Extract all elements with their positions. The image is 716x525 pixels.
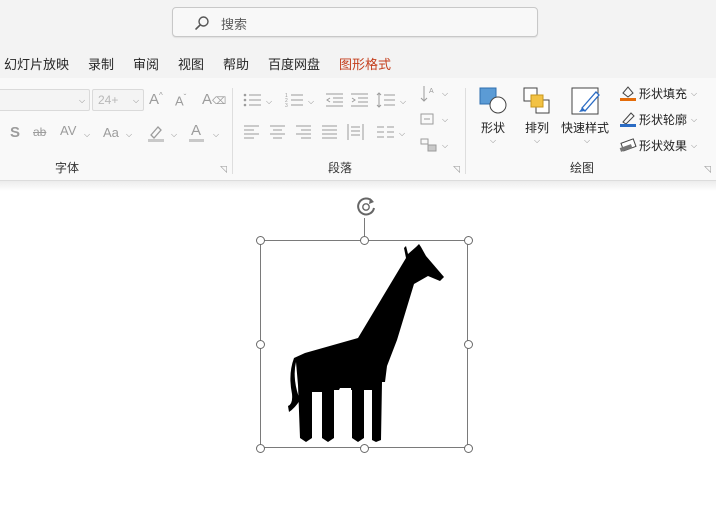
chevron-down-icon: ⌵ — [691, 115, 698, 124]
resize-handle-right[interactable] — [464, 340, 473, 349]
chevron-down-icon: ⌵ — [399, 129, 406, 138]
chevron-down-icon: ⌵ — [584, 136, 591, 145]
font-color-button[interactable]: A — [191, 122, 201, 139]
drawing-group-label: 绘图 — [570, 161, 595, 175]
columns-icon[interactable] — [377, 126, 395, 138]
highlight-icon[interactable] — [146, 123, 166, 143]
shadow-button[interactable]: S — [10, 124, 20, 141]
clear-formatting-icon[interactable]: A⌫ — [202, 91, 226, 108]
chevron-down-icon: ⌵ — [442, 115, 449, 124]
tab-help[interactable]: 帮助 — [223, 54, 249, 73]
tab-review[interactable]: 审阅 — [133, 54, 159, 73]
rotate-handle-icon[interactable] — [353, 195, 379, 219]
chevron-down-icon: ⌵ — [79, 96, 86, 105]
search-input[interactable]: 搜索 — [221, 14, 247, 33]
justify-icon[interactable] — [322, 125, 338, 139]
drawing-dialog-launcher-icon[interactable]: ◹ — [704, 164, 711, 175]
resize-handle-top-right[interactable] — [464, 236, 473, 245]
shape-outline-icon[interactable] — [619, 110, 637, 128]
font-group-label: 字体 — [55, 161, 80, 175]
chevron-down-icon: ⌵ — [442, 141, 449, 150]
resize-handle-top[interactable] — [360, 236, 369, 245]
shape-effects-icon[interactable] — [619, 136, 637, 154]
chevron-down-icon: ⌵ — [213, 130, 220, 139]
text-direction-icon[interactable]: A — [420, 84, 438, 104]
paragraph-group-label: 段落 — [328, 161, 353, 175]
chevron-down-icon: ⌵ — [490, 136, 497, 145]
chevron-down-icon: ⌵ — [400, 97, 407, 106]
giraffe-icon[interactable] — [260, 240, 468, 448]
chevron-down-icon: ⌵ — [691, 141, 698, 150]
arrange-button[interactable]: 排列 — [525, 119, 549, 136]
tab-record[interactable]: 录制 — [88, 54, 114, 73]
shape-effects-button[interactable]: 形状效果 — [639, 137, 687, 154]
svg-text:3: 3 — [285, 103, 288, 108]
increase-indent-icon[interactable] — [351, 92, 369, 108]
quick-styles-button[interactable]: 快速样式 — [561, 119, 609, 136]
font-size-dropdown[interactable]: 24+ ⌵ — [92, 89, 144, 111]
resize-handle-bottom[interactable] — [360, 444, 369, 453]
search-box[interactable]: 搜索 — [172, 7, 538, 37]
chevron-down-icon: ⌵ — [266, 97, 273, 106]
align-center-icon[interactable] — [270, 125, 286, 139]
chevron-down-icon: ⌵ — [442, 89, 449, 98]
numbering-icon[interactable]: 123 — [285, 92, 305, 108]
align-right-icon[interactable] — [296, 125, 312, 139]
change-case-button[interactable]: Aa — [103, 125, 119, 140]
strikethrough-button[interactable]: ab — [33, 125, 46, 139]
shape-fill-button[interactable]: 形状填充 — [639, 85, 687, 102]
tab-shape-format[interactable]: 图形格式 — [339, 54, 391, 73]
line-spacing-icon[interactable] — [376, 92, 396, 108]
quick-styles-icon[interactable] — [570, 86, 602, 116]
title-bar: 搜索 — [0, 0, 716, 46]
chevron-down-icon: ⌵ — [126, 130, 133, 139]
shape-fill-icon[interactable] — [619, 84, 637, 102]
shapes-icon[interactable] — [478, 86, 508, 116]
tab-baidu-netdisk[interactable]: 百度网盘 — [268, 54, 320, 73]
font-dialog-launcher-icon[interactable]: ◹ — [220, 164, 227, 175]
convert-smartart-icon[interactable] — [420, 136, 438, 154]
shapes-button[interactable]: 形状 — [481, 119, 505, 136]
tab-view[interactable]: 视图 — [178, 54, 204, 73]
search-icon — [195, 16, 209, 30]
paragraph-dialog-launcher-icon[interactable]: ◹ — [453, 164, 460, 175]
decrease-indent-icon[interactable] — [326, 92, 344, 108]
chevron-down-icon: ⌵ — [308, 97, 315, 106]
shape-outline-button[interactable]: 形状轮廓 — [639, 111, 687, 128]
align-text-icon[interactable] — [420, 110, 438, 128]
arrange-icon[interactable] — [522, 86, 552, 116]
ribbon-shadow — [0, 181, 716, 191]
chevron-down-icon: ⌵ — [133, 96, 140, 105]
group-separator — [232, 88, 233, 174]
font-name-dropdown[interactable]: ⌵ — [0, 89, 90, 111]
distributed-icon[interactable] — [347, 124, 364, 140]
bullets-icon[interactable] — [243, 92, 263, 108]
shrink-font-icon[interactable]: Aˇ — [175, 93, 186, 108]
chevron-down-icon: ⌵ — [534, 136, 541, 145]
resize-handle-left[interactable] — [256, 340, 265, 349]
font-size-value: 24+ — [98, 93, 119, 107]
resize-handle-bottom-right[interactable] — [464, 444, 473, 453]
chevron-down-icon: ⌵ — [691, 89, 698, 98]
chevron-down-icon: ⌵ — [171, 130, 178, 139]
resize-handle-top-left[interactable] — [256, 236, 265, 245]
resize-handle-bottom-left[interactable] — [256, 444, 265, 453]
grow-font-icon[interactable]: A^ — [149, 91, 163, 108]
ribbon-tabs: 幻灯片放映 录制 审阅 视图 帮助 百度网盘 图形格式 — [0, 46, 716, 78]
character-spacing-button[interactable]: AV — [60, 123, 76, 138]
svg-text:A: A — [429, 88, 434, 95]
group-separator — [465, 88, 466, 174]
align-left-icon[interactable] — [244, 125, 260, 139]
tab-slideshow[interactable]: 幻灯片放映 — [4, 54, 69, 73]
chevron-down-icon: ⌵ — [84, 130, 91, 139]
font-color-bar — [189, 139, 204, 142]
